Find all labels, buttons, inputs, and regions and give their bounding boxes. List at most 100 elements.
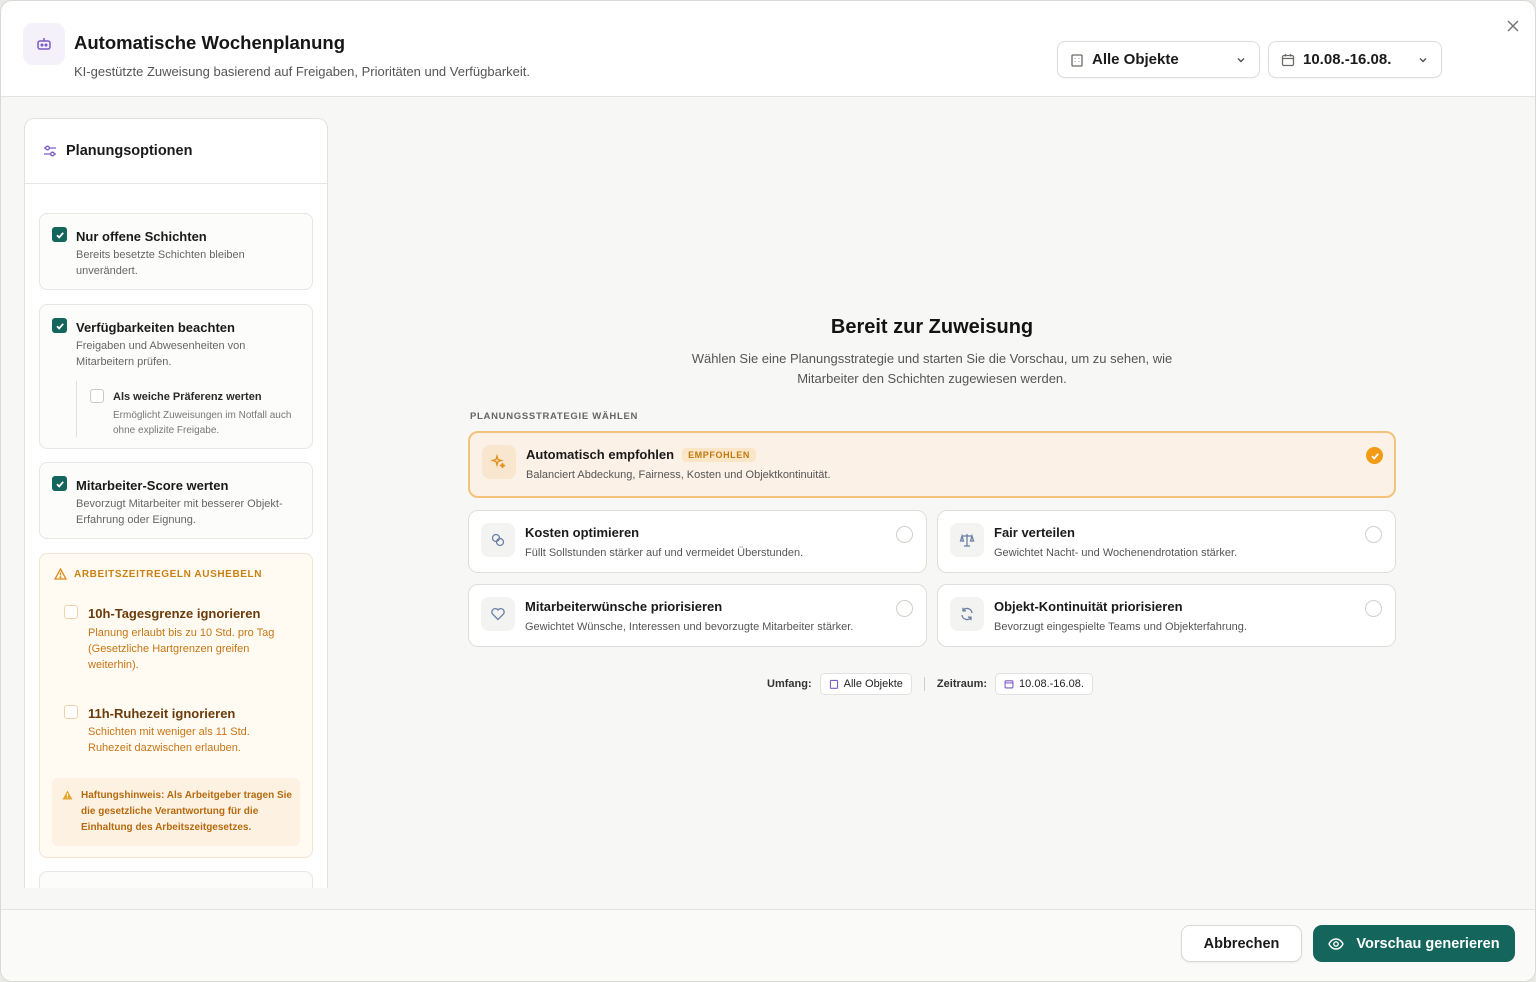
strategy-title: Automatisch empfohlen EMPFOHLEN — [526, 447, 756, 462]
sub-option-divider — [76, 381, 77, 437]
ignore-10h-checkbox[interactable] — [64, 605, 78, 619]
ready-title: Bereit zur Zuweisung — [830, 316, 1034, 338]
availability-checkbox[interactable] — [52, 318, 67, 333]
option-desc-line: Bereits besetzte Schichten bleiben — [76, 249, 245, 261]
ignore-11h-checkbox[interactable] — [64, 705, 78, 719]
date-select[interactable]: 10.08.-16.08. — [1268, 41, 1442, 78]
strategy-radio[interactable] — [896, 526, 913, 543]
chevron-down-icon — [1419, 57, 1427, 63]
open-shifts-checkbox[interactable] — [52, 227, 67, 242]
scope-summary: Umfang: Alle Objekte Zeitraum: 10.08.-16… — [767, 673, 1093, 695]
sub-option-desc-line: ohne explizite Freigabe. — [113, 425, 220, 436]
liability-notice: Haftungshinweis: Als Arbeitgeber tragen … — [52, 778, 300, 846]
strategy-title: Mitarbeiterwünsche priorisieren — [525, 599, 723, 614]
strategy-radio[interactable] — [1365, 600, 1382, 617]
check-icon — [1370, 452, 1379, 460]
check-icon — [55, 322, 64, 330]
strategy-label: PLANUNGSSTRATEGIE WÄHLEN — [470, 411, 639, 422]
ready-subtitle-line: Wählen Sie eine Planungsstrategie und st… — [691, 351, 1173, 366]
ready-subtitle: Wählen Sie eine Planungsstrategie und st… — [632, 349, 1232, 389]
strategy-object-continuity[interactable]: Objekt-Kontinuität priorisieren Bevorzug… — [937, 584, 1396, 647]
option-desc-line: Freigaben und Abwesenheiten von — [76, 340, 246, 352]
coins-icon — [481, 523, 515, 557]
eye-icon — [1328, 937, 1345, 950]
soft-preference-checkbox[interactable] — [90, 389, 104, 403]
date-select-value: 10.08.-16.08. — [1303, 51, 1392, 68]
cancel-button[interactable]: Abbrechen — [1181, 925, 1302, 962]
option-availability[interactable]: Verfügbarkeiten beachten Freigaben und A… — [39, 304, 313, 449]
objects-select[interactable]: Alle Objekte — [1057, 41, 1260, 78]
option-desc-line: Bevorzugt Mitarbeiter mit besserer Objek… — [76, 498, 283, 510]
option-desc-line: unverändert. — [76, 265, 138, 277]
check-icon — [55, 480, 64, 488]
rule-desc-line: Planung erlaubt bis zu 10 Std. pro Tag — [88, 627, 275, 639]
building-icon — [829, 679, 838, 689]
planning-options-header: Planungsoptionen — [25, 119, 327, 184]
scope-label: Umfang: — [767, 678, 812, 690]
work-rules-title: ARBEITSZEITREGELN AUSHEBELN — [74, 568, 263, 580]
robot-icon — [23, 23, 65, 65]
strategy-auto-recommended[interactable]: Automatisch empfohlen EMPFOHLEN Balancier… — [468, 431, 1396, 498]
modal-subtitle: KI-gestützte Zuweisung basierend auf Fre… — [74, 64, 530, 79]
work-rules-section: ARBEITSZEITREGELN AUSHEBELN 10h-Tagesgre… — [39, 553, 313, 858]
strategy-desc: Balanciert Abdeckung, Fairness, Kosten u… — [526, 469, 831, 481]
option-desc-line: Mitarbeitern prüfen. — [76, 356, 172, 368]
strategy-title: Objekt-Kontinuität priorisieren — [994, 599, 1183, 614]
generate-preview-button[interactable]: Vorschau generieren — [1313, 925, 1515, 962]
scope-divider — [923, 677, 925, 691]
option-open-shifts[interactable]: Nur offene Schichten Bereits besetzte Sc… — [39, 213, 313, 290]
period-value: 10.08.-16.08. — [1019, 678, 1084, 690]
strategy-title: Fair verteilen — [994, 525, 1075, 540]
close-icon — [1507, 20, 1519, 32]
generate-preview-label: Vorschau generieren — [1356, 935, 1500, 952]
planning-modal: Automatische Wochenplanung KI-gestützte … — [0, 0, 1536, 982]
strategy-employee-wishes[interactable]: Mitarbeiterwünsche priorisieren Gewichte… — [468, 584, 927, 647]
calendar-icon — [1004, 680, 1014, 689]
employee-score-checkbox[interactable] — [52, 476, 67, 491]
calendar-icon — [1281, 53, 1295, 66]
scale-icon — [950, 523, 984, 557]
rule-title: 10h-Tagesgrenze ignorieren — [88, 606, 261, 621]
option-title: Verfügbarkeiten beachten — [76, 320, 235, 335]
close-button[interactable] — [1502, 15, 1524, 37]
strategy-title: Kosten optimieren — [525, 525, 640, 540]
ready-subtitle-line: Mitarbeiter den Schichten zugewiesen wer… — [797, 371, 1067, 386]
option-employee-score[interactable]: Mitarbeiter-Score werten Bevorzugt Mitar… — [39, 462, 313, 539]
strategy-desc: Bevorzugt eingespielte Teams und Objekte… — [994, 621, 1247, 633]
strategy-radio[interactable] — [896, 600, 913, 617]
liability-text: Haftungshinweis: Als Arbeitgeber tragen … — [81, 790, 292, 833]
chevron-down-icon — [1237, 57, 1245, 63]
planning-options-panel: Planungsoptionen Nur offene Schichten Be… — [24, 118, 328, 888]
objects-select-value: Alle Objekte — [1092, 51, 1179, 68]
rule-desc-line: (Gesetzliche Hartgrenzen greifen — [88, 643, 250, 655]
rule-desc-line: Ruhezeit dazwischen erlauben. — [88, 742, 241, 754]
strategy-fair-distribute[interactable]: Fair verteilen Gewichtet Nacht- und Woch… — [937, 510, 1396, 573]
heart-icon — [481, 597, 515, 631]
rule-title: 11h-Ruhezeit ignorieren — [88, 706, 236, 721]
rule-desc-line: Schichten mit weniger als 11 Std. — [88, 726, 250, 738]
rule-desc-line: weiterhin). — [88, 659, 139, 671]
option-title: Mitarbeiter-Score werten — [76, 478, 229, 493]
recommended-badge: EMPFOHLEN — [682, 448, 756, 462]
modal-header: Automatische Wochenplanung KI-gestützte … — [1, 1, 1535, 97]
scope-value: Alle Objekte — [843, 678, 903, 690]
strategy-desc: Gewichtet Wünsche, Interessen und bevorz… — [525, 621, 854, 633]
option-desc-line: Erfahrung oder Eignung. — [76, 514, 196, 526]
strategy-radio[interactable] — [1365, 526, 1382, 543]
check-icon — [55, 231, 64, 239]
refresh-icon — [950, 597, 984, 631]
modal-title: Automatische Wochenplanung — [74, 32, 346, 53]
strategy-desc: Füllt Sollstunden stärker auf und vermei… — [525, 547, 804, 559]
sub-option-desc-line: Ermöglicht Zuweisungen im Notfall auch — [113, 410, 292, 421]
strategy-cost-optimize[interactable]: Kosten optimieren Füllt Sollstunden stär… — [468, 510, 927, 573]
sparkles-icon — [482, 445, 516, 479]
warning-icon — [54, 568, 67, 580]
period-label: Zeitraum: — [936, 678, 988, 690]
sub-option-title: Als weiche Präferenz werten — [113, 391, 262, 403]
next-option-card — [39, 871, 313, 888]
strategy-radio-selected[interactable] — [1366, 447, 1383, 464]
building-icon — [1071, 53, 1083, 67]
planning-options-title: Planungsoptionen — [66, 143, 193, 159]
strategy-desc: Gewichtet Nacht- und Wochenendrotation s… — [994, 547, 1238, 559]
sliders-icon — [44, 145, 56, 157]
